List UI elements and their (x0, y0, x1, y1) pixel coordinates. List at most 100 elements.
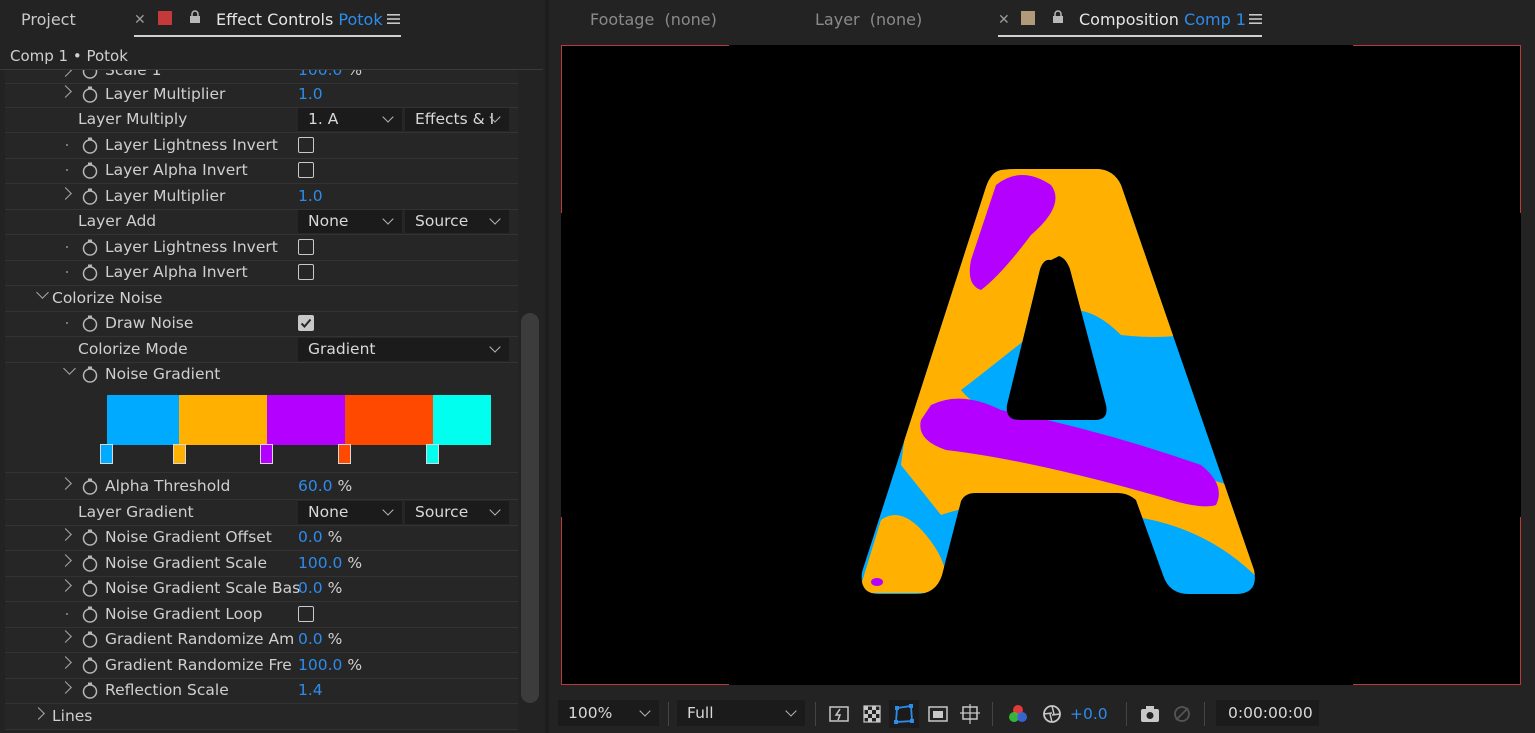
property-value[interactable]: 1.4 (298, 681, 323, 699)
colorize-mode-dropdown[interactable]: Gradient (298, 338, 509, 361)
property-row-draw-noise[interactable]: Draw Noise (5, 311, 518, 337)
panel-menu-icon[interactable] (1249, 13, 1262, 25)
gradient-editor[interactable] (5, 382, 518, 473)
property-row-noise-gradient-offset[interactable]: Noise Gradient Offset 0.0 % (5, 525, 518, 551)
expand-caret-icon[interactable] (59, 528, 72, 541)
resolution-dropdown[interactable]: Full (677, 700, 805, 726)
gradient-stop[interactable] (100, 444, 113, 464)
stopwatch-icon[interactable] (82, 264, 98, 281)
property-row-layer-lightness-invert[interactable]: Layer Lightness Invert (5, 133, 518, 159)
stopwatch-icon[interactable] (82, 555, 98, 572)
group-row-lines[interactable]: Lines (5, 704, 518, 730)
stopwatch-icon[interactable] (82, 478, 98, 495)
gradient-preview[interactable] (107, 395, 491, 445)
stopwatch-icon[interactable] (82, 529, 98, 546)
stopwatch-icon[interactable] (82, 366, 98, 383)
value-number[interactable]: 0.0 (298, 579, 323, 597)
stopwatch-icon[interactable] (82, 657, 98, 674)
property-value[interactable]: 1.0 (298, 85, 323, 103)
value-number[interactable]: 100.0 (298, 656, 342, 674)
stopwatch-icon[interactable] (82, 315, 98, 332)
property-row-gradient-randomize-fre[interactable]: Gradient Randomize Fre 100.0 % (5, 653, 518, 679)
tab-composition[interactable]: Composition Comp 1 (1079, 10, 1246, 29)
stopwatch-icon[interactable] (82, 137, 98, 154)
value-number[interactable]: 60.0 (298, 477, 333, 495)
show-snapshot-icon[interactable] (1171, 703, 1193, 725)
property-row-layer-alpha-invert[interactable]: Layer Alpha Invert (5, 260, 518, 286)
collapse-caret-icon[interactable] (63, 362, 76, 375)
value-number[interactable]: 0.0 (298, 630, 323, 648)
panel-menu-icon[interactable] (387, 13, 400, 25)
transparency-grid-icon[interactable] (861, 703, 883, 725)
camera-snapshot-icon[interactable] (1139, 703, 1161, 725)
mask-visibility-button[interactable] (889, 700, 919, 728)
expand-caret-icon[interactable] (32, 707, 45, 720)
tab-footage[interactable]: Footage (none) (590, 10, 717, 29)
checkbox-checked[interactable] (298, 315, 314, 331)
property-value[interactable]: 100.0 % (298, 70, 362, 79)
stopwatch-icon[interactable] (82, 162, 98, 179)
expand-caret-icon[interactable] (59, 554, 72, 567)
gradient-stop[interactable] (338, 444, 351, 464)
tab-effect-controls[interactable]: Effect Controls Potok (216, 10, 383, 29)
gradient-stop[interactable] (426, 444, 439, 464)
checkbox[interactable] (298, 162, 314, 178)
stopwatch-icon[interactable] (82, 86, 98, 103)
expand-caret-icon[interactable] (59, 477, 72, 490)
close-icon[interactable]: ✕ (134, 12, 146, 28)
expand-caret-icon[interactable] (59, 630, 72, 643)
channels-icon[interactable] (1007, 703, 1029, 725)
property-row-gradient-randomize-am[interactable]: Gradient Randomize Am 0.0 % (5, 627, 518, 653)
current-time-display[interactable]: 0:00:00:00 (1216, 700, 1319, 726)
collapse-caret-icon[interactable] (36, 286, 49, 299)
property-row-layer-multiplier[interactable]: Layer Multiplier 1.0 (5, 184, 518, 210)
zoom-dropdown[interactable]: 100% (558, 700, 659, 726)
source-dropdown[interactable]: Source (405, 210, 509, 233)
gradient-stop[interactable] (260, 444, 273, 464)
exposure-value[interactable]: +0.0 (1070, 705, 1108, 723)
source-dropdown[interactable]: Effects & I (405, 108, 509, 131)
gradient-stop[interactable] (173, 444, 186, 464)
layer-dropdown[interactable]: None (298, 501, 402, 524)
property-value[interactable]: 0.0 % (298, 630, 342, 648)
tab-project[interactable]: Project (21, 10, 76, 29)
stopwatch-icon[interactable] (82, 682, 98, 699)
stopwatch-icon[interactable] (82, 70, 98, 79)
grid-guides-icon[interactable] (959, 703, 981, 725)
checkbox[interactable] (298, 606, 314, 622)
property-row-layer-lightness-invert[interactable]: Layer Lightness Invert (5, 235, 518, 261)
expand-caret-icon[interactable] (59, 681, 72, 694)
property-row-noise-gradient[interactable]: Noise Gradient (5, 362, 518, 383)
property-row-layer-multiplier[interactable]: Layer Multiplier 1.0 (5, 82, 518, 108)
expand-caret-icon[interactable] (59, 656, 72, 669)
property-row-layer-alpha-invert[interactable]: Layer Alpha Invert (5, 158, 518, 184)
stopwatch-icon[interactable] (82, 239, 98, 256)
property-row-noise-gradient-scale-bas[interactable]: Noise Gradient Scale Bas 0.0 % (5, 576, 518, 602)
stopwatch-icon[interactable] (82, 580, 98, 597)
exposure-reset-icon[interactable] (1041, 703, 1063, 725)
layer-dropdown[interactable]: None (298, 210, 402, 233)
checkbox[interactable] (298, 264, 314, 280)
property-row-alpha-threshold[interactable]: Alpha Threshold 60.0 % (5, 474, 518, 500)
source-dropdown[interactable]: Source (405, 501, 509, 524)
checkbox[interactable] (298, 239, 314, 255)
layer-dropdown[interactable]: 1. A (298, 108, 402, 131)
expand-caret-icon[interactable] (59, 579, 72, 592)
group-row-colorize-noise[interactable]: Colorize Noise (5, 286, 518, 312)
lock-icon[interactable] (1052, 10, 1064, 24)
property-value[interactable]: 60.0 % (298, 477, 352, 495)
close-icon[interactable]: ✕ (998, 12, 1010, 28)
stopwatch-icon[interactable] (82, 188, 98, 205)
property-value[interactable]: 0.0 % (298, 579, 342, 597)
tab-layer[interactable]: Layer (none) (815, 10, 922, 29)
region-of-interest-icon[interactable] (927, 703, 949, 725)
checkbox[interactable] (298, 137, 314, 153)
scrollbar[interactable] (521, 313, 539, 703)
property-row-noise-gradient-scale[interactable]: Noise Gradient Scale 100.0 % (5, 551, 518, 577)
expand-caret-icon[interactable] (59, 187, 72, 200)
stopwatch-icon[interactable] (82, 606, 98, 623)
value-number[interactable]: 100.0 (298, 554, 342, 572)
property-value[interactable]: 100.0 % (298, 554, 362, 572)
expand-caret-icon[interactable] (59, 85, 72, 98)
lock-icon[interactable] (189, 10, 201, 24)
